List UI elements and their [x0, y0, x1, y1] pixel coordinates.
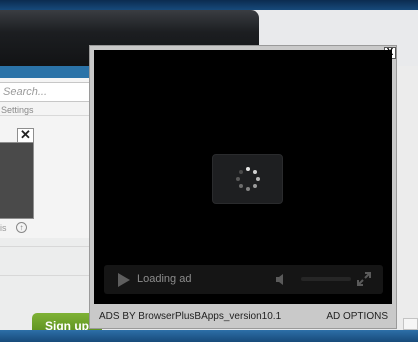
spinner-dot	[236, 177, 240, 181]
spinner-dot	[239, 170, 243, 174]
volume-icon[interactable]	[276, 274, 286, 285]
right-strip	[397, 66, 418, 332]
spinner-dot	[256, 177, 260, 181]
play-icon[interactable]	[118, 273, 130, 287]
panel-caption: is	[0, 223, 7, 233]
blue-strip	[0, 66, 95, 78]
ad-attribution: ADS BY BrowserPlusBApps_version10.1	[99, 311, 282, 322]
spinner-dot	[253, 170, 257, 174]
loading-text: Loading ad	[137, 273, 192, 285]
right-widget	[403, 318, 418, 330]
ad-options-link[interactable]: AD OPTIONS	[326, 311, 388, 322]
spinner-dot	[246, 167, 250, 171]
divider	[0, 275, 95, 276]
player-controls: Loading ad	[104, 265, 383, 294]
divider	[0, 115, 95, 116]
spinner-dot	[239, 184, 243, 188]
spinner-dot	[253, 184, 257, 188]
inner-panel	[0, 142, 34, 219]
divider	[0, 246, 95, 247]
panel-close-button[interactable]: ✕	[17, 128, 34, 143]
fullscreen-icon[interactable]	[357, 272, 371, 286]
info-icon[interactable]: ↑	[16, 222, 27, 233]
volume-slider[interactable]	[301, 277, 351, 281]
search-input[interactable]: Search...	[0, 82, 92, 102]
bottom-bar	[0, 330, 418, 342]
top-bar	[0, 0, 418, 10]
ad-video-player[interactable]: Loading ad	[94, 50, 392, 304]
spinner-icon	[212, 154, 283, 204]
spinner-dot	[246, 187, 250, 191]
ad-overlay: X Loading ad ADS BY	[89, 45, 397, 329]
settings-label[interactable]: Settings	[1, 105, 34, 115]
